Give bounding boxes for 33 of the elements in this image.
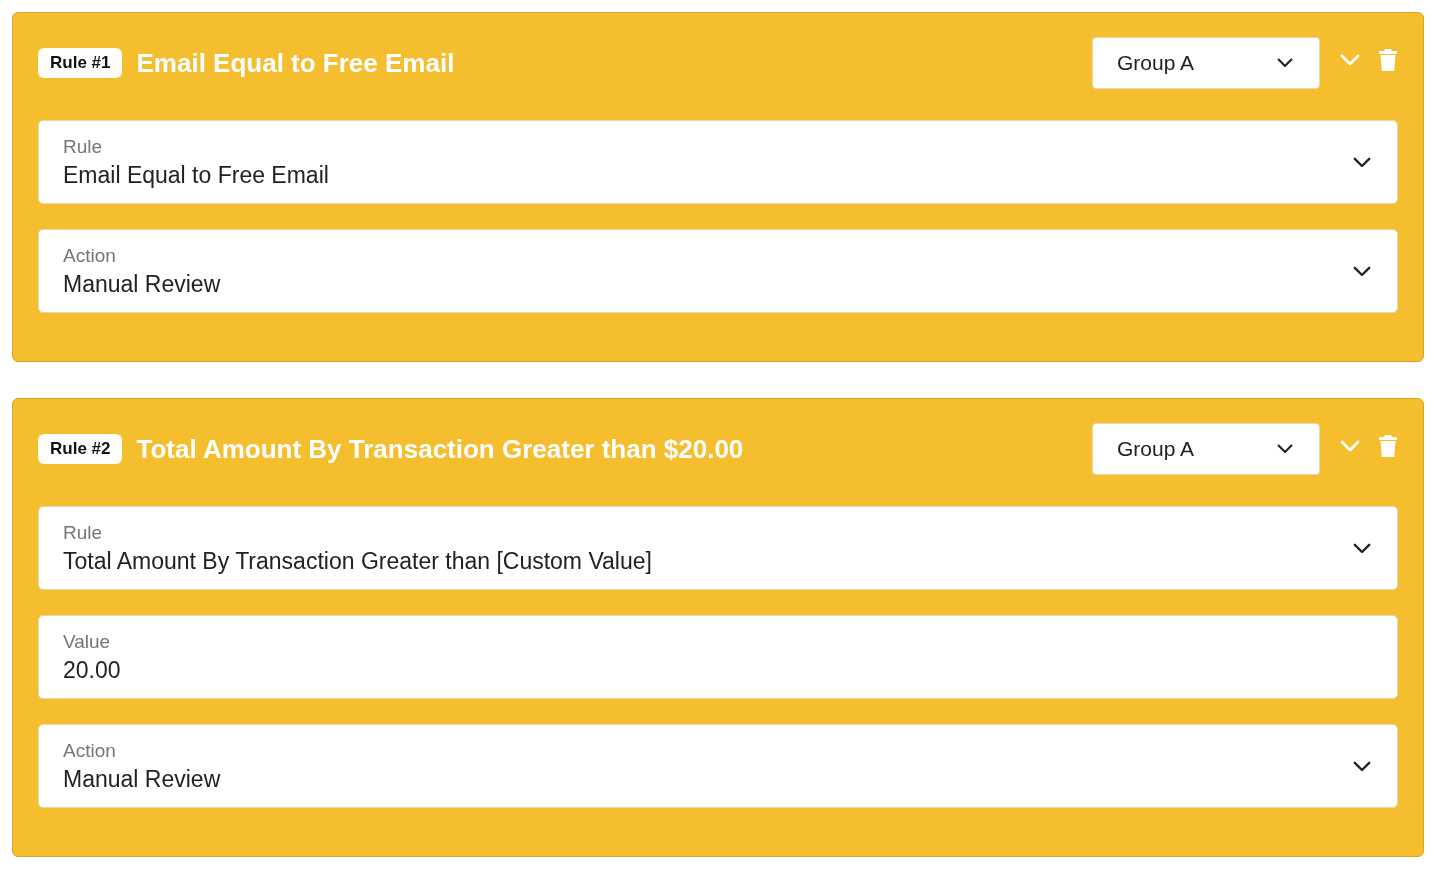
rule-title: Total Amount By Transaction Greater than $20.00 (136, 433, 745, 465)
group-select[interactable]: Group A (1092, 423, 1320, 475)
field-label: Action (63, 244, 117, 267)
collapse-button[interactable] (1340, 440, 1360, 452)
chevron-down-icon (1340, 440, 1360, 452)
rule-badge: Rule #1 (38, 48, 123, 78)
field-label: Rule (63, 521, 104, 544)
value-input[interactable]: Value 20.00 (38, 615, 1398, 699)
rule-select[interactable]: Action Manual Review (38, 724, 1398, 808)
rule-title: Email Equal to Free Email (136, 47, 456, 79)
trash-icon[interactable] (1378, 48, 1398, 72)
field-value: Manual Review (63, 270, 222, 298)
chevron-down-icon (1277, 58, 1293, 68)
field-value: Manual Review (63, 765, 222, 793)
rule-badge: Rule #2 (38, 434, 123, 464)
rule-select[interactable]: Action Manual Review (38, 229, 1398, 313)
field-value: Email Equal to Free Email (63, 161, 330, 189)
chevron-down-icon (1353, 760, 1371, 772)
chevron-down-icon (1353, 265, 1371, 277)
field-value: 20.00 (63, 656, 122, 684)
rule-select[interactable]: Rule Total Amount By Transaction Greater than [Custom Value] (38, 506, 1398, 590)
group-select[interactable]: Group A (1092, 37, 1320, 89)
field-label: Action (63, 739, 117, 762)
field-label: Value (63, 630, 112, 653)
chevron-down-icon (1277, 444, 1293, 454)
collapse-button[interactable] (1340, 54, 1360, 66)
chevron-down-icon (1353, 156, 1371, 168)
chevron-down-icon (1353, 542, 1371, 554)
rule-select[interactable]: Rule Email Equal to Free Email (38, 120, 1398, 204)
chevron-down-icon (1340, 54, 1360, 66)
trash-icon[interactable] (1378, 434, 1398, 458)
field-value: Total Amount By Transaction Greater than [Custom Value] (63, 547, 653, 575)
field-label: Rule (63, 135, 104, 158)
